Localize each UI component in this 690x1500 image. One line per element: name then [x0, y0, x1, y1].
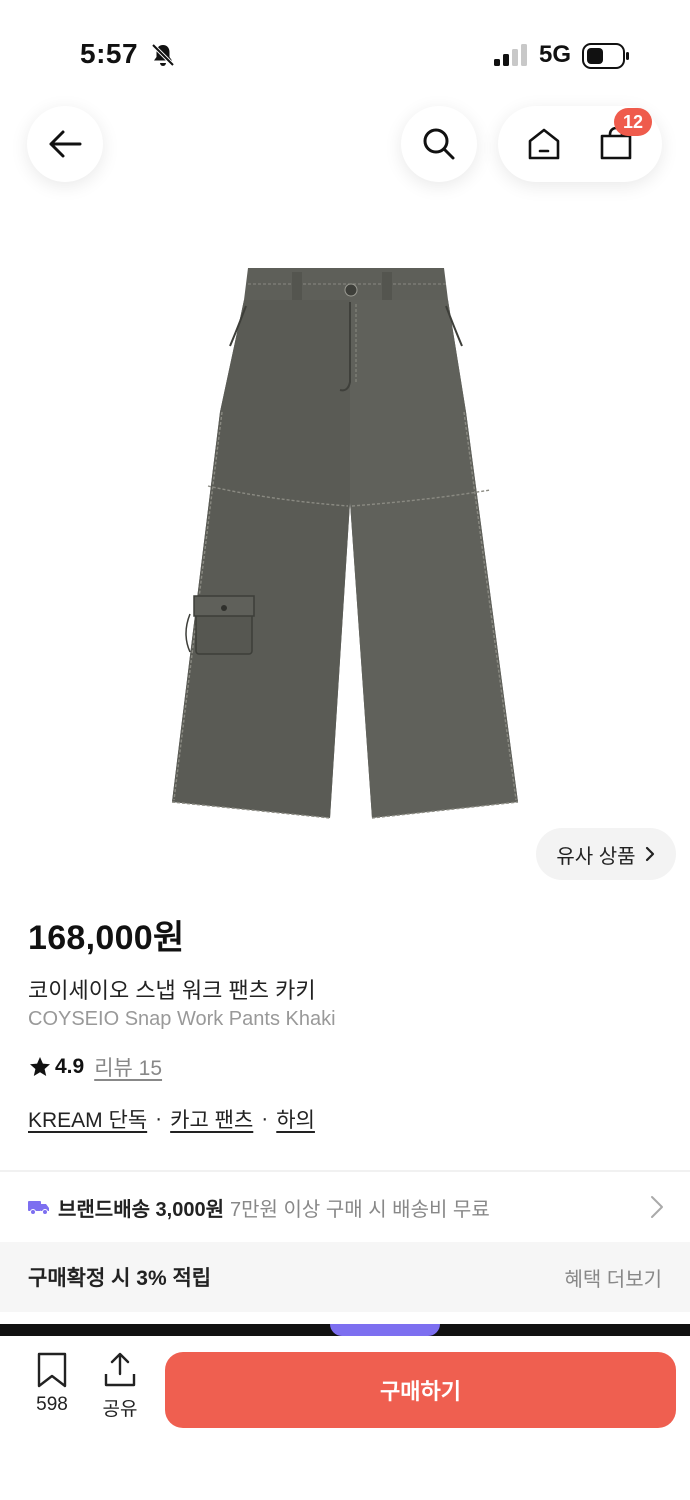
bottom-action-bar: 598 공유 구매하기: [0, 1336, 690, 1500]
cart-badge: 12: [614, 108, 652, 136]
status-time: 5:57: [80, 38, 139, 69]
banner-strip: [0, 1324, 690, 1336]
bell-slash-icon: [151, 43, 175, 67]
similar-products-label: 유사 상품: [556, 845, 636, 868]
product-name-ko: 코이세이오 스냅 워크 팬츠 카키: [28, 978, 316, 1003]
cart-button[interactable]: 12: [588, 108, 652, 172]
product-name-en: COYSEIO Snap Work Pants Khaki: [28, 1008, 336, 1030]
rating-value: 4.9: [55, 1055, 85, 1078]
bookmark-count: 598: [36, 1394, 68, 1415]
tag-kream-exclusive[interactable]: KREAM 단독: [28, 1104, 147, 1134]
rating-row: 4.9 리뷰 15: [28, 1052, 162, 1082]
back-button[interactable]: [27, 106, 103, 182]
shipping-fee: 브랜드배송 3,000원: [58, 1198, 225, 1221]
product-image[interactable]: [160, 262, 532, 824]
share-icon: [104, 1352, 136, 1387]
home-button[interactable]: [516, 116, 572, 172]
nav-pill: 12: [498, 106, 662, 182]
back-arrow-icon: [49, 130, 82, 158]
share-button[interactable]: 공유: [90, 1352, 150, 1428]
home-icon: [528, 128, 560, 160]
shipping-note: 7만원 이상 구매 시 배송비 무료: [230, 1198, 490, 1221]
battery-icon: [582, 43, 629, 69]
points-row: 구매확정 시 3% 적립 혜택 더보기: [0, 1242, 690, 1312]
search-button[interactable]: [401, 106, 477, 182]
tag-bottoms[interactable]: 하의: [276, 1104, 315, 1134]
tag-cargo-pants[interactable]: 카고 팬츠: [170, 1104, 253, 1134]
similar-products-button[interactable]: 유사 상품: [536, 828, 676, 880]
chevron-right-icon: [645, 846, 654, 862]
benefit-more-link[interactable]: 혜택 더보기: [564, 1263, 662, 1292]
points-text: 구매확정 시 3% 적립: [28, 1267, 212, 1290]
signal-icon: [494, 44, 527, 66]
search-icon: [423, 128, 455, 160]
shipping-row[interactable]: 브랜드배송 3,000원 7만원 이상 구매 시 배송비 무료: [0, 1172, 690, 1242]
bookmark-button[interactable]: 598: [22, 1352, 82, 1428]
tag-separator: ·: [261, 1107, 269, 1130]
chevron-right-icon: [651, 1196, 663, 1218]
tag-row: KREAM 단독 · 카고 팬츠 · 하의: [28, 1104, 315, 1134]
buy-button[interactable]: 구매하기: [165, 1352, 676, 1428]
share-label: 공유: [102, 1399, 138, 1420]
banner-accent: [330, 1324, 440, 1336]
tag-separator: ·: [155, 1107, 163, 1130]
product-price: 168,000원: [28, 919, 185, 957]
network-label: 5G: [539, 41, 572, 68]
truck-icon: [28, 1201, 49, 1215]
review-link[interactable]: 리뷰 15: [94, 1052, 162, 1082]
bookmark-icon: [37, 1352, 67, 1388]
star-icon: [30, 1057, 50, 1076]
status-bar: 5:57 5G: [0, 0, 690, 100]
